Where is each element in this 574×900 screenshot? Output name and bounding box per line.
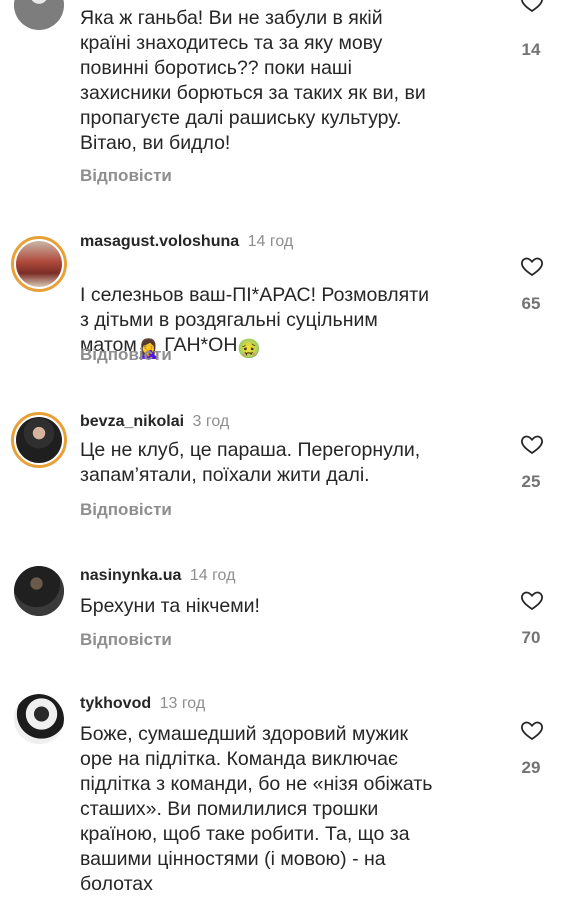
heart-icon[interactable] (519, 432, 545, 456)
reply-button[interactable]: Відповісти (80, 345, 172, 365)
reply-button[interactable]: Відповісти (80, 500, 172, 520)
heart-icon[interactable] (519, 588, 545, 612)
nauseated-face-emoji: 🤢 (237, 339, 262, 360)
comment-header: bevza_nikolai 3 год (80, 412, 229, 432)
username[interactable]: tykhovod (80, 695, 151, 712)
heart-icon[interactable] (519, 254, 545, 278)
username[interactable]: nasinynka.ua (80, 567, 181, 584)
like-count: 29 (521, 758, 541, 777)
comment-text-after: ГАН*ОН (164, 334, 238, 356)
comment-header: nasinynka.ua 14 год (80, 566, 235, 586)
username[interactable]: masagust.voloshuna (80, 233, 239, 250)
comment-text: Це не клуб, це параша. Перегорнули, запа… (80, 439, 421, 486)
username[interactable]: bevza_nikolai (80, 413, 184, 430)
timestamp: 14 год (247, 233, 294, 250)
comment-text: Брехуни та нікчеми! (80, 595, 260, 617)
timestamp: 3 год (192, 413, 230, 430)
like-count: 25 (521, 472, 541, 491)
comment-header: tykhovod 13 год (80, 694, 205, 714)
heart-icon[interactable] (519, 0, 545, 14)
avatar[interactable] (11, 412, 67, 468)
avatar[interactable] (11, 236, 67, 292)
heart-icon[interactable] (519, 718, 545, 742)
like-count: 70 (521, 628, 541, 647)
reply-button[interactable]: Відповісти (80, 166, 172, 186)
avatar[interactable] (14, 694, 64, 744)
comment-text: Яка ж ганьба! Ви не забули в якій країні… (80, 7, 426, 154)
comment-header: masagust.voloshuna 14 год (80, 232, 293, 252)
like-count: 14 (521, 40, 541, 59)
like-count: 65 (521, 294, 541, 313)
avatar[interactable] (14, 0, 64, 30)
timestamp: 14 год (189, 567, 236, 584)
comment-text: Боже, сумашедший здоровий мужик оре на п… (80, 723, 433, 895)
reply-button[interactable]: Відповісти (80, 630, 172, 650)
timestamp: 13 год (159, 695, 206, 712)
avatar[interactable] (14, 566, 64, 616)
